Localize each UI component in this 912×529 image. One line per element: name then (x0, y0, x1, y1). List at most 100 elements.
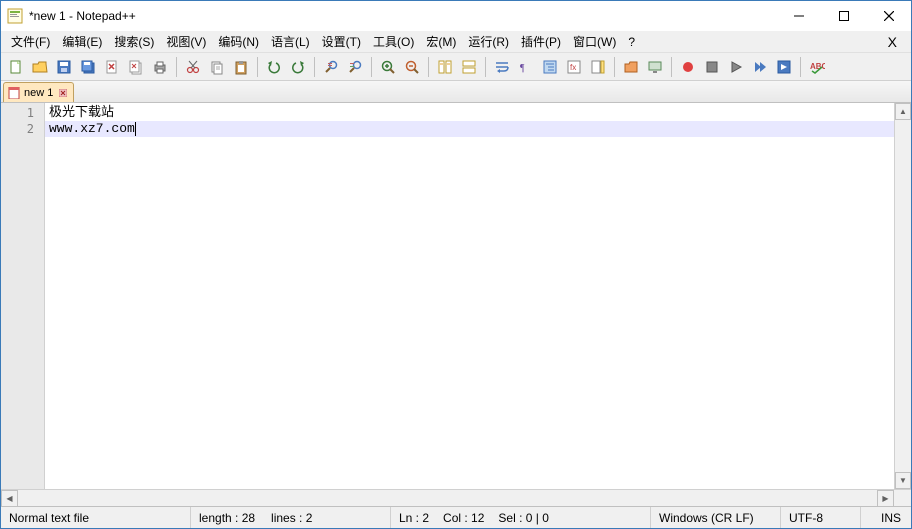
status-length-lines: length : 28 lines : 2 (191, 507, 391, 528)
title-bar: *new 1 - Notepad++ (1, 1, 911, 31)
line-number: 1 (1, 105, 44, 121)
status-lines: lines : 2 (271, 511, 312, 525)
editor-line[interactable]: www.xz7.com (45, 121, 894, 137)
wrap-icon[interactable] (491, 56, 513, 78)
menu-item[interactable]: 搜索(S) (108, 31, 160, 52)
open-icon[interactable] (29, 56, 51, 78)
svg-text:¶: ¶ (520, 63, 525, 74)
find-icon[interactable] (320, 56, 342, 78)
paste-icon[interactable] (230, 56, 252, 78)
status-mode: INS (861, 507, 911, 528)
vertical-scrollbar[interactable]: ▲ ▼ (894, 103, 911, 489)
text-editor[interactable]: 极光下载站www.xz7.com (45, 103, 894, 489)
cut-icon[interactable] (182, 56, 204, 78)
all-chars-icon[interactable]: ¶ (515, 56, 537, 78)
sync-h-icon[interactable] (458, 56, 480, 78)
status-sel: Sel : 0 | 0 (498, 511, 548, 525)
menu-item[interactable]: 窗口(W) (567, 31, 622, 52)
window-title: *new 1 - Notepad++ (29, 9, 776, 23)
scroll-track[interactable] (895, 120, 911, 472)
play-icon[interactable] (725, 56, 747, 78)
scroll-track-h[interactable] (18, 490, 877, 506)
minimize-button[interactable] (776, 1, 821, 31)
scroll-up-icon[interactable]: ▲ (895, 103, 911, 120)
toolbar-separator (176, 57, 177, 77)
stop-icon[interactable] (701, 56, 723, 78)
toolbar-separator (257, 57, 258, 77)
horizontal-scrollbar[interactable]: ◀ ▶ (1, 489, 911, 506)
menu-item[interactable]: ? (622, 33, 641, 51)
toolbar-separator (671, 57, 672, 77)
doc-map-icon[interactable] (587, 56, 609, 78)
scroll-down-icon[interactable]: ▼ (895, 472, 911, 489)
svg-text:ABC: ABC (810, 62, 825, 71)
app-icon (7, 8, 23, 24)
status-eol: Windows (CR LF) (651, 507, 781, 528)
sync-v-icon[interactable] (434, 56, 456, 78)
close-button[interactable] (866, 1, 911, 31)
toolbar-separator (428, 57, 429, 77)
toolbar-separator (614, 57, 615, 77)
zoom-in-icon[interactable] (377, 56, 399, 78)
save-icon[interactable] (53, 56, 75, 78)
menu-item[interactable]: 工具(O) (367, 31, 420, 52)
tab-new-1[interactable]: new 1 (3, 82, 74, 102)
zoom-out-icon[interactable] (401, 56, 423, 78)
menu-item[interactable]: 文件(F) (5, 31, 56, 52)
line-number-gutter: 12 (1, 103, 45, 489)
text-caret (135, 122, 136, 136)
menu-item[interactable]: 视图(V) (160, 31, 212, 52)
monitor-icon[interactable] (644, 56, 666, 78)
toolbar-separator (485, 57, 486, 77)
editor-area: 12 极光下载站www.xz7.com ▲ ▼ (1, 103, 911, 489)
scroll-corner (894, 490, 911, 506)
status-ln: Ln : 2 (399, 511, 429, 525)
menu-item[interactable]: 运行(R) (462, 31, 515, 52)
status-length: length : 28 (199, 511, 255, 525)
spell-icon[interactable]: ABC (806, 56, 828, 78)
maximize-button[interactable] (821, 1, 866, 31)
indent-icon[interactable] (539, 56, 561, 78)
toolbar-separator (314, 57, 315, 77)
status-file-type: Normal text file (1, 507, 191, 528)
status-encoding: UTF-8 (781, 507, 861, 528)
record-icon[interactable] (677, 56, 699, 78)
lang-icon[interactable]: fx (563, 56, 585, 78)
svg-text:fx: fx (570, 63, 576, 72)
menu-item[interactable]: 编码(N) (212, 31, 265, 52)
new-icon[interactable] (5, 56, 27, 78)
redo-icon[interactable] (287, 56, 309, 78)
play-multi-icon[interactable] (749, 56, 771, 78)
file-modified-icon (8, 87, 20, 99)
toolbar-separator (371, 57, 372, 77)
line-number: 2 (1, 121, 44, 137)
menu-item[interactable]: 插件(P) (515, 31, 567, 52)
save-macro-icon[interactable] (773, 56, 795, 78)
status-col: Col : 12 (443, 511, 484, 525)
menu-item[interactable]: 宏(M) (420, 31, 462, 52)
menu-item[interactable]: 设置(T) (316, 31, 367, 52)
menu-bar: X 文件(F)编辑(E)搜索(S)视图(V)编码(N)语言(L)设置(T)工具(… (1, 31, 911, 53)
undo-icon[interactable] (263, 56, 285, 78)
folder-icon[interactable] (620, 56, 642, 78)
print-icon[interactable] (149, 56, 171, 78)
close-icon[interactable] (101, 56, 123, 78)
save-all-icon[interactable] (77, 56, 99, 78)
scroll-right-icon[interactable]: ▶ (877, 490, 894, 507)
menu-item[interactable]: 语言(L) (265, 31, 316, 52)
window-controls (776, 1, 911, 31)
toolbar: ¶ fx ABC (1, 53, 911, 81)
status-position: Ln : 2 Col : 12 Sel : 0 | 0 (391, 507, 651, 528)
editor-line[interactable]: 极光下载站 (45, 105, 894, 121)
tab-label: new 1 (24, 87, 53, 99)
toolbar-separator (800, 57, 801, 77)
replace-icon[interactable] (344, 56, 366, 78)
mdi-close-icon[interactable]: X (878, 34, 907, 50)
tab-close-icon[interactable] (57, 87, 69, 99)
copy-icon[interactable] (206, 56, 228, 78)
menu-item[interactable]: 编辑(E) (56, 31, 108, 52)
app-window: *new 1 - Notepad++ X 文件(F)编辑(E)搜索(S)视图(V… (0, 0, 912, 529)
scroll-left-icon[interactable]: ◀ (1, 490, 18, 507)
close-all-icon[interactable] (125, 56, 147, 78)
tab-bar: new 1 (1, 81, 911, 103)
